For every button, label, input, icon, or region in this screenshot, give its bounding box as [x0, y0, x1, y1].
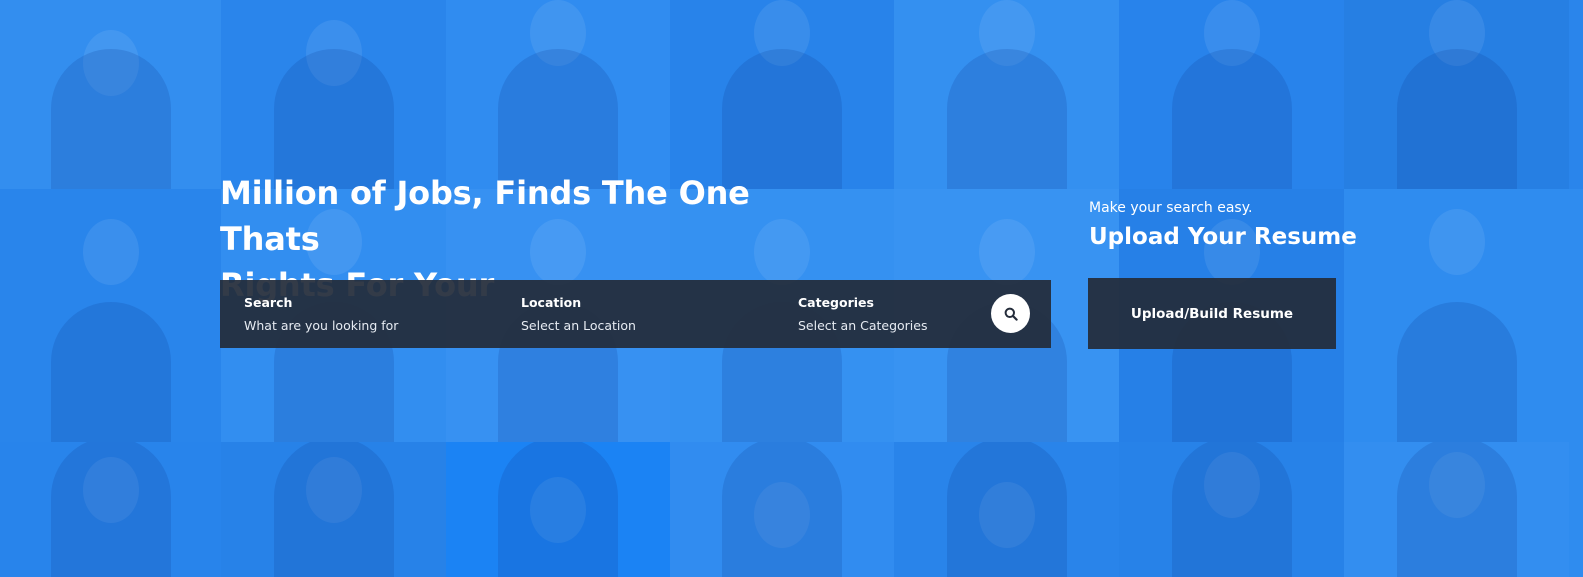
search-field-label: Search [244, 295, 293, 310]
categories-field[interactable]: Categories Select an Categories [798, 295, 927, 333]
resume-title: Upload Your Resume [1089, 224, 1357, 250]
location-select[interactable]: Select an Location [521, 318, 636, 333]
search-field-placeholder[interactable]: What are you looking for [244, 318, 398, 333]
headline-line-1: Million of Jobs, Finds The One Thats [220, 174, 750, 258]
search-field[interactable]: Search What are you looking for [244, 295, 398, 333]
location-field[interactable]: Location Select an Location [521, 295, 636, 333]
search-icon [1004, 307, 1018, 321]
resume-tagline: Make your search easy. [1089, 200, 1253, 216]
categories-select[interactable]: Select an Categories [798, 318, 927, 333]
location-field-label: Location [521, 295, 582, 310]
upload-resume-button[interactable]: Upload/Build Resume [1088, 278, 1336, 349]
categories-field-label: Categories [798, 295, 874, 310]
search-button[interactable] [991, 294, 1030, 333]
job-search-bar: Search What are you looking for Location… [220, 280, 1051, 348]
